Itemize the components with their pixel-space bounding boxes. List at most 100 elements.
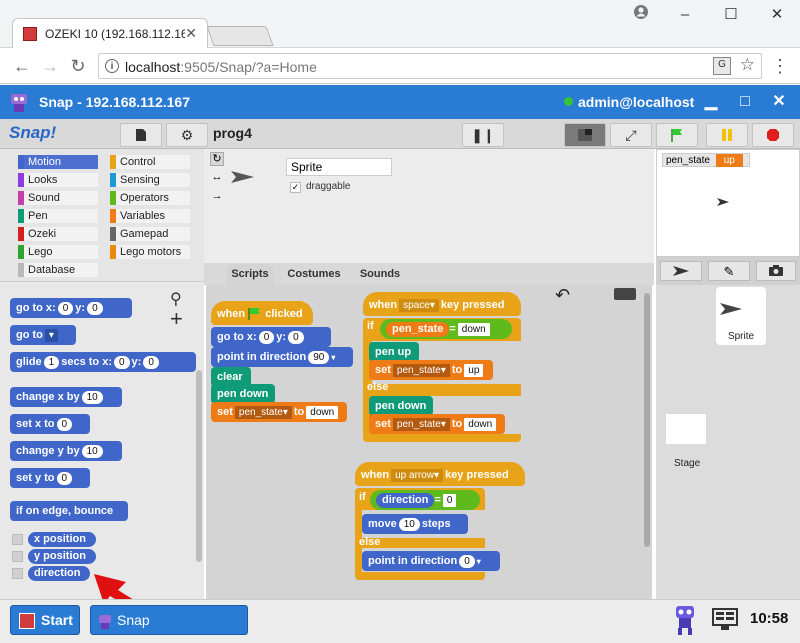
stage-size-button[interactable] [564, 123, 606, 147]
leftright-style-button[interactable]: ↔ [210, 171, 224, 185]
goto-xy-script-block[interactable]: go to x: 0 y: 0 [211, 327, 331, 347]
snap-app-icon [99, 615, 111, 630]
online-status-icon [564, 97, 573, 106]
palette-scrollbar[interactable] [196, 370, 202, 562]
category-sensing[interactable]: Sensing [110, 173, 190, 187]
ozeki-close-button[interactable]: ✕ [766, 89, 792, 115]
back-button[interactable]: ← [10, 54, 34, 78]
file-menu-button[interactable] [120, 123, 162, 147]
point-direction-block-2[interactable]: point in direction 0 ▾ [362, 551, 500, 571]
info-icon[interactable]: i [105, 59, 119, 73]
green-flag-button[interactable] [656, 123, 698, 147]
ozeki-minimize-button[interactable]: ▁ [698, 89, 724, 115]
camera-button[interactable] [756, 261, 796, 281]
category-database[interactable]: Database [18, 263, 98, 277]
category-ozeki[interactable]: Ozeki [18, 227, 98, 241]
category-motion[interactable]: Motion [18, 155, 98, 169]
browser-tab[interactable]: OZEKI 10 (192.168.112.16 ✕ [12, 18, 208, 48]
goto-block[interactable]: go to ▾ [10, 325, 76, 345]
change-y-block[interactable]: change y by 10 [10, 441, 122, 461]
bounce-block[interactable]: if on edge, bounce [10, 501, 128, 521]
category-variables[interactable]: Variables [110, 209, 190, 223]
start-button[interactable]: Start [10, 605, 80, 635]
set-x-block[interactable]: set x to 0 [10, 414, 90, 434]
glide-block[interactable]: glide 1 secs to x: 0 y: 0 [10, 352, 196, 372]
snap-toolbar: Snap! ⚙ prog4 ❚❙ ⤢ [0, 119, 800, 149]
undo-icon[interactable]: ↶ [555, 285, 570, 306]
ozeki-robot-tray-icon[interactable] [672, 604, 698, 636]
tab-scripts[interactable]: Scripts [226, 264, 274, 284]
equals-operator-2[interactable]: direction = 0 [370, 490, 480, 510]
window-minimize-button[interactable]: – [670, 4, 700, 26]
pen-up-block[interactable]: pen up [369, 342, 419, 362]
when-flag-clicked-hat[interactable]: when clicked [211, 301, 313, 325]
move-steps-block[interactable]: move 10 steps [362, 514, 468, 534]
snap-taskbar-item[interactable]: Snap [90, 605, 248, 635]
tab-costumes[interactable]: Costumes [282, 264, 346, 284]
normal-stage-icon [578, 129, 592, 141]
change-x-block[interactable]: change x by 10 [10, 387, 122, 407]
settings-button[interactable]: ⚙ [166, 123, 208, 147]
translate-icon[interactable]: G [713, 57, 731, 75]
window-maximize-button[interactable]: ☐ [716, 4, 746, 26]
rotate-style-button[interactable]: ↻ [210, 152, 224, 166]
equals-operator[interactable]: pen_state = down [380, 319, 512, 339]
pen-down-block[interactable]: pen down [211, 384, 275, 404]
set-pen-state-down-block[interactable]: set pen_state▾ to down [369, 414, 505, 434]
category-looks[interactable]: Looks [18, 173, 98, 187]
tab-sounds[interactable]: Sounds [354, 264, 406, 284]
add-turtle-button[interactable] [660, 261, 702, 281]
scripts-scrollbar[interactable] [644, 293, 650, 547]
goto-xy-block[interactable]: go to x: 0 y: 0 [10, 298, 132, 318]
reload-button[interactable]: ↻ [66, 54, 90, 78]
draggable-checkbox[interactable]: ✓ [290, 182, 301, 193]
x-position-watcher-checkbox[interactable] [12, 534, 23, 545]
sprite-name-field[interactable]: Sprite [286, 158, 392, 176]
footprints-button[interactable]: ❚❙ [462, 123, 504, 147]
browser-menu-icon[interactable]: ⋮ [770, 54, 790, 78]
snap-logo[interactable]: Snap! [9, 123, 56, 143]
pause-button[interactable] [706, 123, 748, 147]
new-tab-button[interactable] [206, 26, 274, 46]
presentation-mode-button[interactable]: ⤢ [610, 123, 652, 147]
bookmark-star-icon[interactable]: ☆ [740, 55, 755, 75]
address-bar[interactable]: i localhost:9505/Snap/?a=Home G ☆ [98, 53, 762, 79]
no-rotate-style-button[interactable]: → [210, 190, 224, 204]
window-close-button[interactable]: ✕ [762, 4, 792, 26]
forward-button[interactable]: → [38, 54, 62, 78]
y-position-reporter[interactable]: y position [28, 549, 96, 564]
category-pen[interactable]: Pen [18, 209, 98, 223]
ozeki-favicon-icon [23, 27, 37, 41]
ozeki-maximize-button[interactable]: □ [732, 89, 758, 115]
y-position-watcher-checkbox[interactable] [12, 551, 23, 562]
tab-close-icon[interactable]: ✕ [185, 25, 197, 42]
when-up-arrow-pressed-hat[interactable]: when up arrow▾ key pressed [355, 462, 525, 486]
category-operators[interactable]: Operators [110, 191, 190, 205]
category-gamepad[interactable]: Gamepad [110, 227, 190, 241]
point-direction-block[interactable]: point in direction 90 ▾ [211, 347, 353, 367]
paint-new-sprite-button[interactable]: ✎ [708, 261, 750, 281]
category-sound[interactable]: Sound [18, 191, 98, 205]
ozeki-header: Snap - 192.168.112.167 admin@localhost ▁… [0, 85, 800, 119]
category-lego[interactable]: Lego [18, 245, 98, 259]
x-position-reporter[interactable]: x position [28, 532, 96, 547]
set-y-block[interactable]: set y to 0 [10, 468, 90, 488]
set-pen-state-block[interactable]: set pen_state▾ to down [211, 402, 347, 422]
stage-thumbnail[interactable] [666, 414, 706, 444]
direction-reporter[interactable]: direction [28, 566, 90, 581]
gear-icon: ⚙ [180, 127, 194, 143]
category-control[interactable]: Control [110, 155, 190, 169]
set-pen-state-up-block[interactable]: set pen_state▾ to up [369, 360, 493, 380]
pen-state-watcher[interactable]: pen_state up [662, 153, 750, 167]
profile-icon[interactable] [626, 4, 656, 26]
monitor-icon[interactable] [712, 608, 738, 632]
when-space-pressed-hat[interactable]: when space▾ key pressed [363, 292, 521, 316]
sprite-thumbnail[interactable]: Sprite [716, 287, 766, 345]
category-lego-motors[interactable]: Lego motors [110, 245, 190, 259]
pen-down-else-block[interactable]: pen down [369, 396, 433, 416]
user-label[interactable]: admin@localhost [578, 94, 694, 110]
make-block-icon[interactable]: + [170, 308, 183, 330]
stop-button[interactable] [752, 123, 794, 147]
keyboard-icon[interactable] [614, 288, 636, 300]
direction-watcher-checkbox[interactable] [12, 568, 23, 579]
